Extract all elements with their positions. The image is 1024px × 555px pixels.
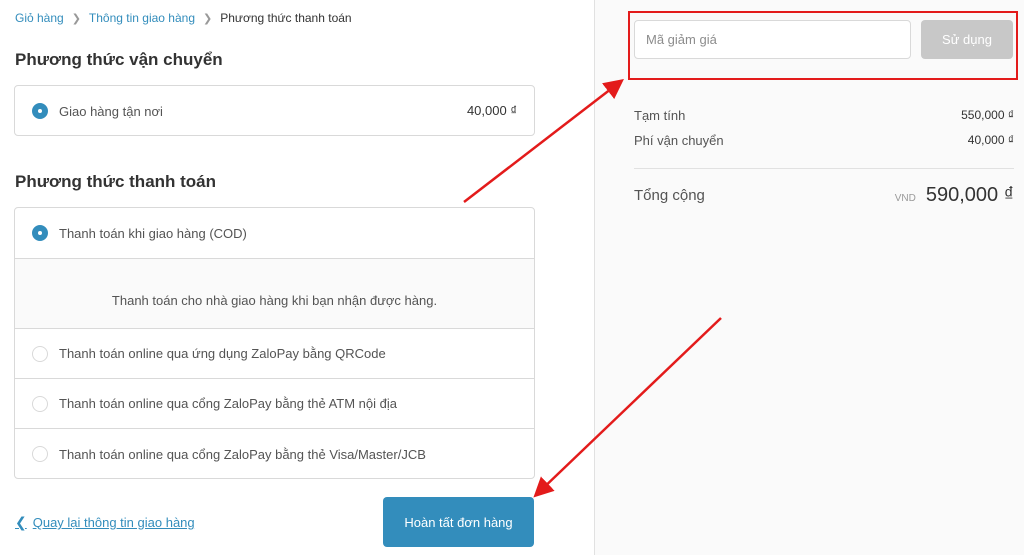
cod-description: Thanh toán cho nhà giao hàng khi bạn nhậ… [15,258,534,329]
payment-option-zalopay-qr[interactable]: Thanh toán online qua ứng dụng ZaloPay b… [15,329,534,379]
shipping-method-title: Phương thức vận chuyển [15,50,223,69]
radio-unchecked-icon[interactable] [32,396,48,412]
breadcrumb-cart[interactable]: Giỏ hàng [15,11,64,25]
currency-code: VND [894,193,916,204]
subtotal-row: Tạm tính 550,000 ₫ [634,108,1014,123]
payment-option-zalopay-visa[interactable]: Thanh toán online qua cổng ZaloPay bằng … [15,429,534,478]
payment-method-title: Phương thức thanh toán [15,172,217,191]
radio-checked-icon[interactable] [32,103,48,119]
payment-option-cod[interactable]: Thanh toán khi giao hàng (COD) [15,208,534,258]
back-to-shipping-link[interactable]: ❮ Quay lại thông tin giao hàng [15,514,195,531]
summary-divider [634,168,1014,169]
radio-unchecked-icon[interactable] [32,346,48,362]
shipping-option-label: Giao hàng tận nơi [59,103,163,119]
apply-discount-button[interactable]: Sử dụng [921,20,1013,59]
chevron-left-icon: ❮ [15,514,27,530]
shipping-option-price: 40,000 ₫ [466,103,517,118]
chevron-right-icon: ❯ [203,12,213,25]
shipping-method-box: Giao hàng tận nơi 40,000 ₫ [14,85,535,136]
subtotal-value: 550,000 ₫ [961,108,1014,122]
back-link-label: Quay lại thông tin giao hàng [32,515,195,530]
total-value: 590,000 ₫ [925,184,1014,206]
payment-option-zalopay-atm[interactable]: Thanh toán online qua cổng ZaloPay bằng … [15,379,534,429]
payment-option-label: Thanh toán online qua cổng ZaloPay bằng … [59,446,426,462]
payment-option-label: Thanh toán online qua ứng dụng ZaloPay b… [59,346,386,361]
breadcrumb-shipping-info[interactable]: Thông tin giao hàng [89,11,195,25]
total-amount: VND 590,000 ₫ [895,184,1014,207]
payment-option-label: Thanh toán online qua cổng ZaloPay bằng … [59,396,397,411]
shipping-fee-value: 40,000 ₫ [967,133,1014,147]
chevron-right-icon: ❯ [71,12,81,25]
total-row: Tổng cộng VND 590,000 ₫ [634,184,1014,207]
subtotal-label: Tạm tính [634,108,686,123]
complete-order-button[interactable]: Hoàn tất đơn hàng [383,497,534,547]
checkout-main: Giỏ hàng ❯ Thông tin giao hàng ❯ Phương … [0,0,594,555]
breadcrumb-current: Phương thức thanh toán [220,11,352,25]
total-label: Tổng cộng [634,187,705,204]
discount-code-input[interactable] [634,20,911,59]
radio-unchecked-icon[interactable] [32,446,48,462]
payment-option-label: Thanh toán khi giao hàng (COD) [59,225,247,241]
breadcrumb: Giỏ hàng ❯ Thông tin giao hàng ❯ Phương … [15,11,352,25]
shipping-fee-label: Phí vận chuyển [634,133,724,148]
order-summary-sidebar: Sử dụng Tạm tính 550,000 ₫ Phí vận chuyể… [594,0,1024,555]
radio-checked-icon[interactable] [32,225,48,241]
shipping-option[interactable]: Giao hàng tận nơi 40,000 ₫ [15,86,534,135]
shipping-fee-row: Phí vận chuyển 40,000 ₫ [634,133,1014,148]
payment-method-box: Thanh toán khi giao hàng (COD) Thanh toá… [14,207,535,479]
